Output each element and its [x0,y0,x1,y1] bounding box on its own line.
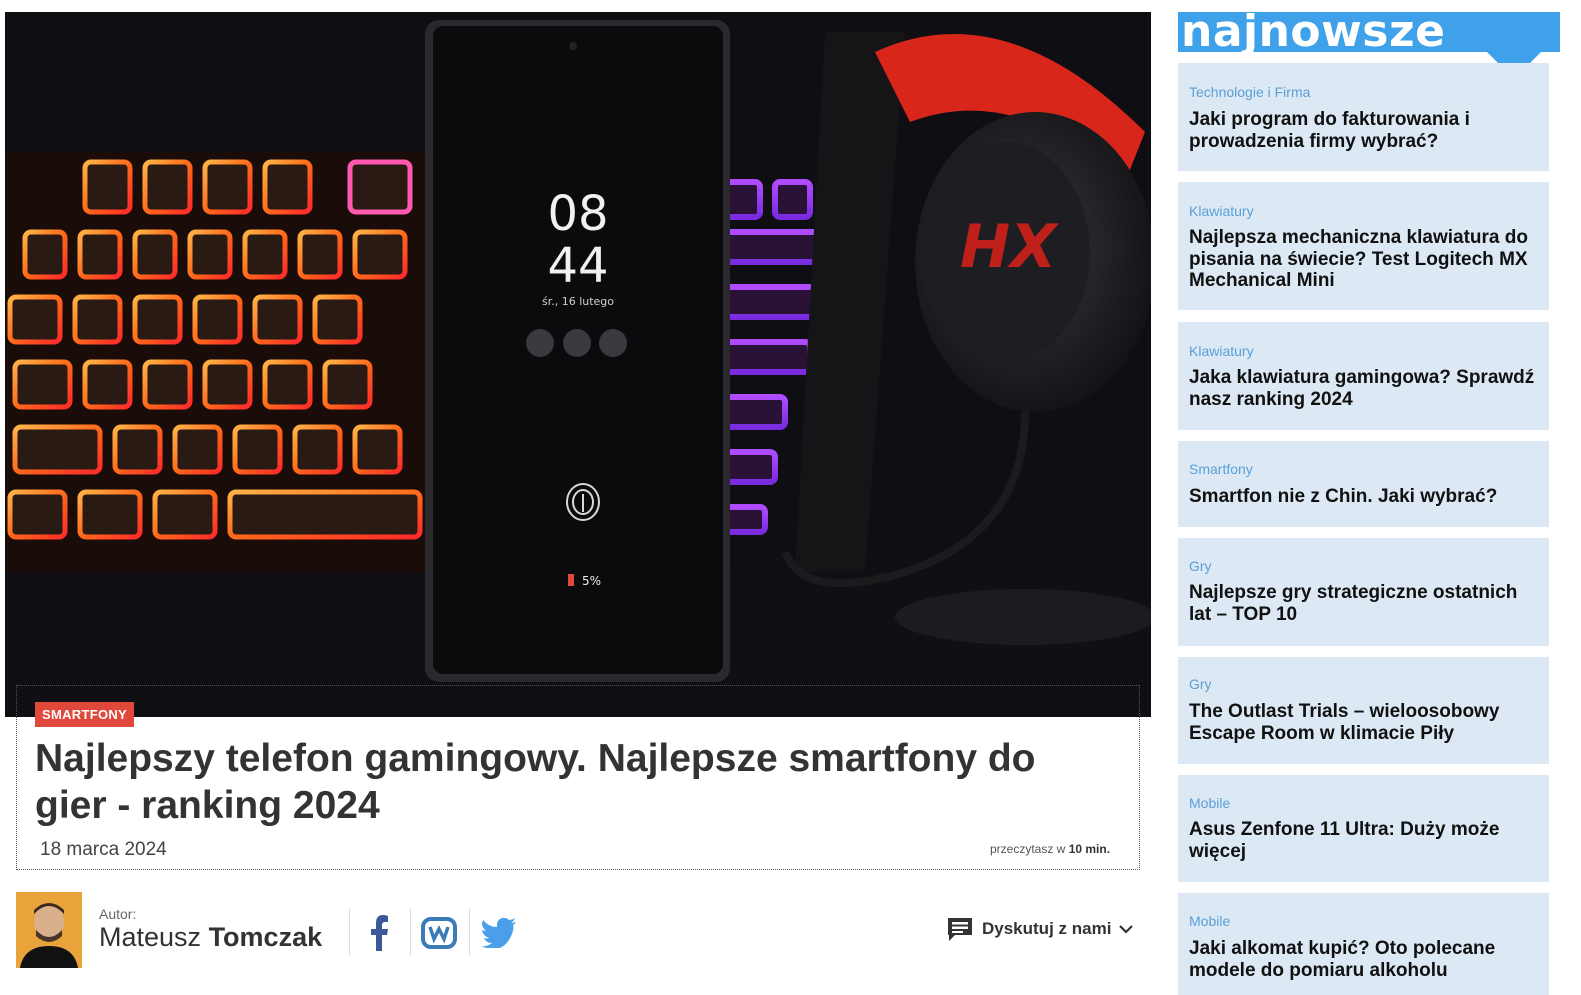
category-badge[interactable]: SMARTFONY [35,702,135,727]
sidebar-item[interactable]: Technologie i Firma Jaki program do fakt… [1178,63,1549,171]
sidebar-heading: najnowsze [1178,6,1560,57]
phone-clock-hour: 08 [547,186,608,242]
author-avatar[interactable] [16,892,82,968]
phone-device: 08 44 śr., 16 lutego 5% [425,20,730,682]
divider [410,908,411,956]
battery-icon [568,574,574,586]
headphone-logo: HX [960,212,1059,282]
hero-photo: HX 08 44 śr., 16 lutego 5% [5,12,1151,717]
author-label: Autor: [99,906,137,922]
divider [469,908,470,956]
author-last-name: Tomczak [208,922,323,952]
reading-time-prefix: przeczytasz w [990,842,1066,856]
sidebar-item-category[interactable]: Gry [1189,676,1212,692]
sidebar-item-title[interactable]: Najlepsza mechaniczna klawiatura do pisa… [1189,227,1541,292]
sidebar-item-category[interactable]: Mobile [1189,913,1230,929]
article-title: Najlepszy telefon gamingowy. Najlepsze s… [35,737,1036,827]
sidebar-item-title[interactable]: Jaka klawiatura gamingowa? Sprawdź nasz … [1189,367,1541,410]
sidebar-item-title[interactable]: Jaki program do fakturowania i prowadzen… [1189,109,1541,152]
sidebar-item[interactable]: Klawiatury Jaka klawiatura gamingowa? Sp… [1178,322,1549,430]
divider [349,908,350,956]
sidebar-heading-text: najnowsze [1181,6,1446,57]
sidebar-item-title[interactable]: Asus Zenfone 11 Ultra: Duży może więcej [1189,819,1541,862]
reading-time-value: 10 min. [1068,842,1111,856]
sidebar-item-title[interactable]: Jaki alkomat kupić? Oto polecane modele … [1189,938,1541,981]
sidebar-item-category[interactable]: Gry [1189,558,1212,574]
twitter-share-button[interactable] [478,912,520,954]
sidebar-item-category[interactable]: Smartfony [1189,461,1253,477]
phone-clock-minute: 44 [547,238,608,294]
phone-date: śr., 16 lutego [542,295,614,308]
discuss-button[interactable]: Dyskutuj z nami [946,916,1134,942]
sidebar-item[interactable]: Smartfony Smartfon nie z Chin. Jaki wybr… [1178,441,1549,527]
sidebar-item[interactable]: Klawiatury Najlepsza mechaniczna klawiat… [1178,182,1549,310]
facebook-icon [371,915,388,951]
article-hero-image: HX 08 44 śr., 16 lutego 5% [5,12,1151,717]
sidebar-item-category[interactable]: Mobile [1189,795,1230,811]
chevron-down-icon [1119,925,1134,934]
sidebar-item-category[interactable]: Technologie i Firma [1189,84,1310,100]
sidebar-item-title[interactable]: Smartfon nie z Chin. Jaki wybrać? [1189,486,1541,508]
sidebar-item-category[interactable]: Klawiatury [1189,343,1254,359]
phone-battery-level: 5% [582,574,601,588]
sidebar-item[interactable]: Mobile Jaki alkomat kupić? Oto polecane … [1178,893,1549,995]
sidebar-item-category[interactable]: Klawiatury [1189,203,1254,219]
article-date: 18 marca 2024 [40,839,167,860]
facebook-share-button[interactable] [358,912,400,954]
author-first-name: Mateusz [99,922,202,952]
comment-icon [948,918,972,941]
sidebar-item[interactable]: Gry Najlepsze gry strategiczne ostatnich… [1178,538,1549,646]
wykop-share-button[interactable] [418,912,460,954]
twitter-icon [481,918,516,948]
sidebar-item[interactable]: Mobile Asus Zenfone 11 Ultra: Duży może … [1178,775,1549,882]
sidebar-item-title[interactable]: The Outlast Trials – wieloosobowy Escape… [1189,701,1541,744]
discuss-label: Dyskutuj z nami [982,919,1112,938]
sidebar-item-title[interactable]: Najlepsze gry strategiczne ostatnich lat… [1189,582,1541,625]
wykop-icon [421,917,457,949]
sidebar-item[interactable]: Gry The Outlast Trials – wieloosobowy Es… [1178,657,1549,764]
author-name[interactable]: Mateusz Tomczak [99,922,322,953]
reading-time: przeczytasz w 10 min. [990,842,1110,856]
